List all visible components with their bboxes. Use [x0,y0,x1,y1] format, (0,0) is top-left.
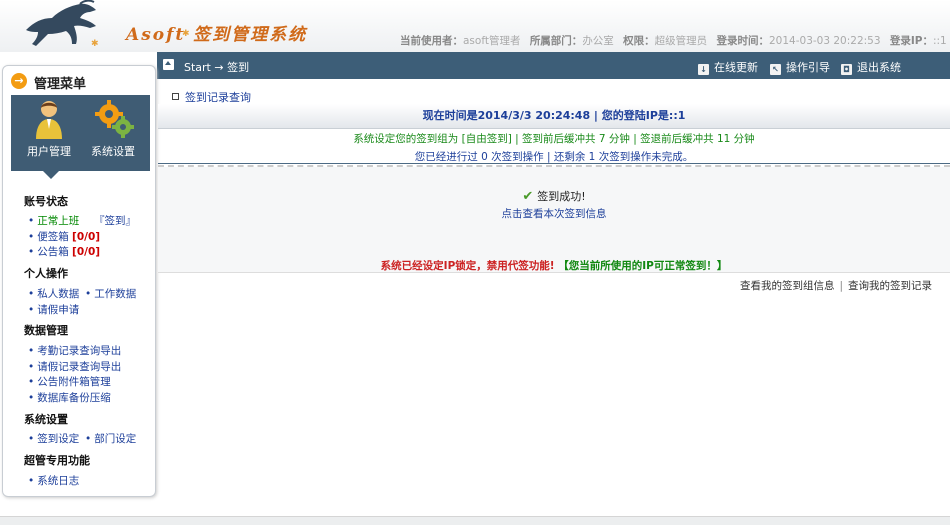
leave-export-link[interactable]: 请假记录查询导出 [28,359,121,374]
ip-lock-warning: 系统已经设定IP锁定，禁用代签功能! [380,260,555,272]
user-label: 当前使用者： [400,35,463,47]
arrow-right-icon: → [11,73,27,89]
checkmark-icon: ✔ [522,189,534,204]
success-message: ✔ 签到成功! [522,189,586,204]
ip-ok-notice: 【您当前所使用的IP可正常签到！】 [558,260,728,272]
separator: | [839,280,843,292]
divider [158,272,950,273]
login-ip-label: 登录IP： [889,35,933,47]
sparkle-icon: ✱ [91,39,99,49]
note-box-link[interactable]: 便签箱 [0/0] [28,229,100,244]
home-icon[interactable] [163,59,174,70]
user-value: asoft管理者 [463,35,521,47]
leave-request-link[interactable]: 请假申请 [28,302,79,317]
work-data-link[interactable]: 工作数据 [85,286,136,301]
app-header: ✱ ✱ Asoft 签到管理系统 当前使用者：asoft管理者 所属部门：办公室… [0,0,950,52]
operation-guide-label: 操作引导 [786,61,830,74]
sign-group-info: 系统设定您的签到组为 [自由签到] | 签到前后缓冲共 7 分钟 | 签退前后缓… [353,133,755,145]
sidebar-header: → 管理菜单 [3,66,155,94]
section-system-settings: 系统设置 [24,413,68,426]
view-sign-info-link[interactable]: 点击查看本次签到信息 [158,206,950,221]
department-label: 所属部门： [529,35,583,47]
user-icon [36,101,62,139]
private-data-link[interactable]: 私人数据 [28,286,79,301]
exit-icon: ◘ [841,64,852,75]
user-management-label: 用户管理 [27,145,71,158]
ip-lock-notice: 系统已经设定IP锁定，禁用代签功能! 【您当前所使用的IP可正常签到！】 [158,258,950,273]
notice-box-link[interactable]: 公告箱 [0/0] [28,244,100,259]
sidebar-menu: → 管理菜单 用户管理 系统设置 账号状态 • 正常上班 『签到』 • 便签箱 … [2,65,156,497]
system-settings-tile[interactable]: 系统设置 [83,95,143,171]
work-status-link[interactable]: 正常上班 [28,213,79,228]
notice-attachment-link[interactable]: 公告附件箱管理 [28,374,111,389]
department-value: 办公室 [582,35,614,47]
sign-in-link[interactable]: 『签到』 [94,213,136,228]
online-update-label: 在线更新 [714,61,758,74]
login-time-value: 2014-03-03 20:22:53 [769,35,881,47]
app-logo-text: Asoft 签到管理系统 [126,25,308,45]
section-account-status: 账号状态 [24,195,68,208]
db-backup-link[interactable]: 数据库备份压缩 [28,390,111,405]
attendance-export-link[interactable]: 考勤记录查询导出 [28,343,121,358]
page-title[interactable]: 签到记录查询 [172,89,251,105]
download-icon: ↓ [698,64,709,75]
current-time-bar: 现在时间是2014/3/3 20:24:48 | 您的登陆IP是::1 [158,104,950,129]
section-data-management: 数据管理 [24,324,68,337]
permission-label: 权限： [623,35,655,47]
sidebar-title: 管理菜单 [34,77,87,92]
note-count: [0/0] [72,231,101,243]
top-navbar: Start → 签到 ↓ 在线更新 ↖ 操作引导 ◘ 退出系统 [157,52,950,79]
query-sign-records-link[interactable]: 查询我的签到记录 [848,280,932,292]
exit-system-button[interactable]: ◘ 退出系统 [841,59,901,75]
operation-guide-button[interactable]: ↖ 操作引导 [770,59,830,75]
result-panel: ✔ 签到成功! 点击查看本次签到信息 系统已经设定IP锁定，禁用代签功能! 【您当… [158,167,950,272]
online-update-button[interactable]: ↓ 在线更新 [698,59,758,75]
view-sign-group-link[interactable]: 查看我的签到组信息 [740,280,835,292]
login-time-label: 登录时间： [716,35,770,47]
notice-count: [0/0] [72,246,101,258]
gears-icon [95,100,134,138]
sign-count-info: 您已经进行过 0 次签到操作 | 还剩余 1 次签到操作未完成。 [414,151,694,163]
exit-system-label: 退出系统 [857,61,901,74]
square-bullet-icon [172,93,179,100]
sidebar-tile-panel: 用户管理 系统设置 [11,95,150,179]
pointer-icon: ↖ [770,64,781,75]
section-admin-functions: 超管专用功能 [24,454,90,467]
section-personal-ops: 个人操作 [24,267,68,280]
user-info-bar: 当前使用者：asoft管理者 所属部门：办公室 权限：超级管理员 登录时间：20… [400,33,950,48]
user-management-tile[interactable]: 用户管理 [19,95,79,171]
breadcrumb: Start → 签到 [184,61,250,74]
system-settings-label: 系统设置 [91,145,135,158]
permission-value: 超级管理员 [654,35,708,47]
sign-settings-link[interactable]: 签到设定 [28,431,79,446]
login-ip-value: ::1 [932,35,947,47]
department-settings-link[interactable]: 部门设定 [85,431,136,446]
bottom-links: 查看我的签到组信息 | 查询我的签到记录 [740,278,932,293]
system-log-link[interactable]: 系统日志 [28,473,79,488]
